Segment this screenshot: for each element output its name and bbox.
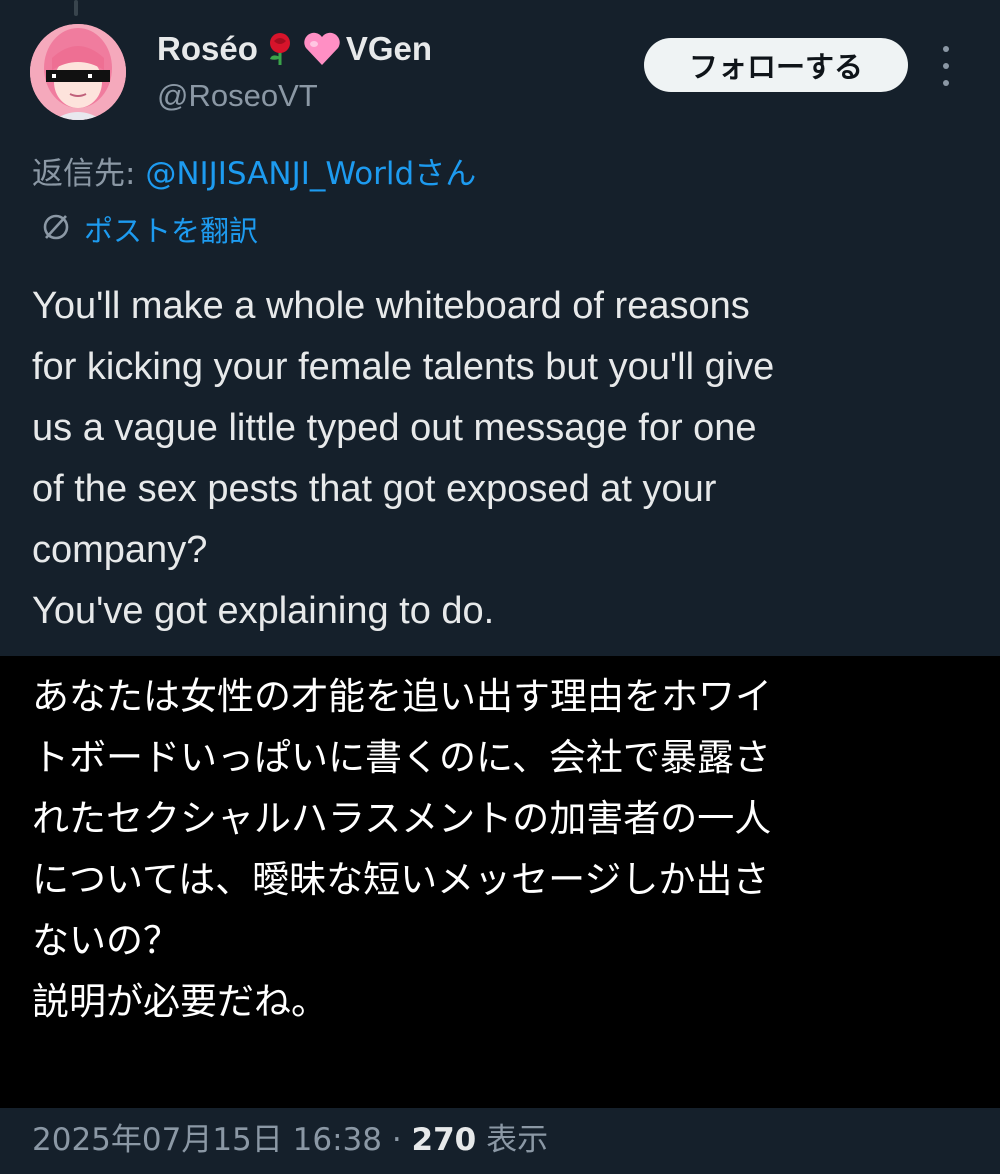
tweet-text-line: us a vague little typed out message for … <box>32 407 757 449</box>
pink-heart-icon <box>302 31 342 67</box>
tweet-text-line: You've got explaining to do. <box>32 590 495 632</box>
avatar[interactable] <box>30 24 126 120</box>
tweet-text: You'll make a whole whiteboard of reason… <box>32 276 982 642</box>
meta-separator: · <box>381 1122 412 1158</box>
translated-text-line: 説明が必要だね。 <box>32 980 328 1023</box>
reply-mention-link[interactable]: @NIJISANJI_Worldさん <box>145 156 476 192</box>
views-label: 表示 <box>476 1122 549 1158</box>
translated-text-line: あなたは女性の才能を追い出す理由をホワイ <box>32 675 772 718</box>
tweet-text-line: for kicking your female talents but you'… <box>32 346 775 388</box>
user-handle[interactable]: @RoseoVT <box>157 78 318 114</box>
translate-post-link[interactable]: ポストを翻訳 <box>42 206 258 252</box>
translated-text: あなたは女性の才能を追い出す理由をホワイ トボードいっぱいに書くのに、会社で暴露… <box>32 666 982 1032</box>
tweet-text-line: company? <box>32 529 208 571</box>
translated-text-line: ないの？ <box>32 919 180 962</box>
reply-to: 返信先: @NIJISANJI_Worldさん <box>32 148 476 193</box>
reply-to-prefix: 返信先: <box>32 156 146 192</box>
globe-translate-icon <box>42 213 70 245</box>
translate-post-label: ポストを翻訳 <box>84 214 259 248</box>
views-count: 270 <box>411 1122 477 1158</box>
thread-connector-line <box>74 0 78 16</box>
translated-text-line: トボードいっぱいに書くのに、会社で暴露さ <box>32 736 771 779</box>
post-timestamp[interactable]: 2025年07月15日 16:38 <box>32 1122 382 1158</box>
translated-text-line: れたセクシャルハラスメントの加害者の一人 <box>32 797 772 840</box>
avatar-image <box>30 24 126 120</box>
post-meta: 2025年07月15日 16:38 · 270 表示 <box>32 1114 548 1159</box>
display-name-suffix: VGen <box>345 30 433 67</box>
follow-button[interactable]: フォローする <box>644 38 908 92</box>
tweet-text-line: of the sex pests that got exposed at you… <box>32 468 717 510</box>
display-name[interactable]: Roséo VGen <box>157 30 432 68</box>
display-name-text: Roséo <box>157 30 258 67</box>
rose-icon <box>262 31 298 67</box>
more-vertical-icon[interactable] <box>934 46 958 86</box>
translated-text-line: については、曖昧な短いメッセージしか出さ <box>32 858 770 901</box>
tweet-text-line: You'll make a whole whiteboard of reason… <box>32 285 750 327</box>
